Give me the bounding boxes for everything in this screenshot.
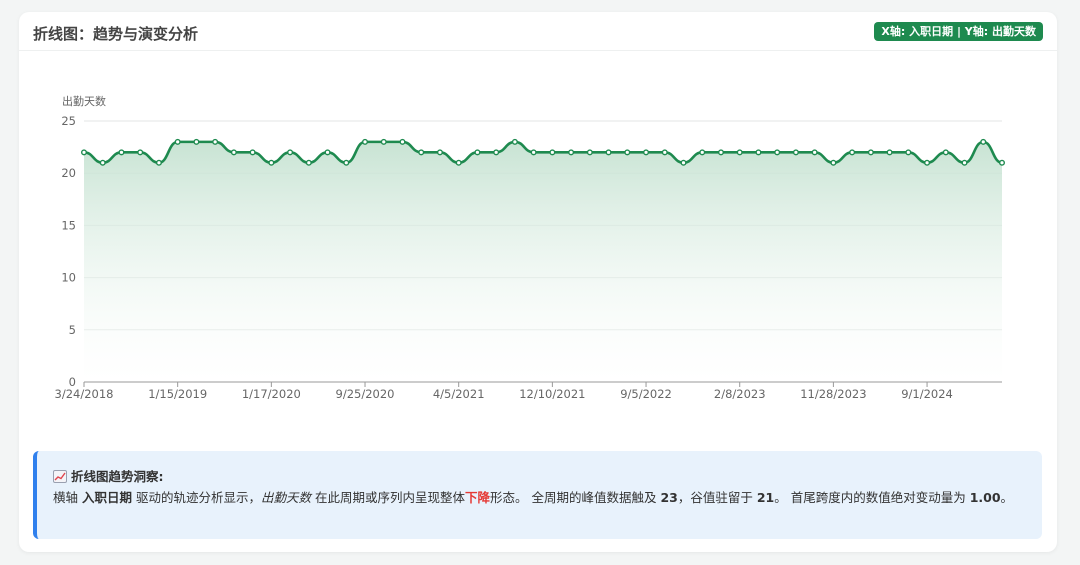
data-point[interactable] <box>643 149 650 156</box>
x-tick-label: 3/24/2018 <box>55 387 114 401</box>
data-point[interactable] <box>624 149 631 156</box>
data-point[interactable] <box>193 138 200 145</box>
y-tick-label: 20 <box>61 166 76 180</box>
data-point[interactable] <box>586 149 593 156</box>
data-point[interactable] <box>849 149 856 156</box>
data-point[interactable] <box>155 159 162 166</box>
y-tick-label: 15 <box>61 218 76 232</box>
data-point[interactable] <box>474 149 481 156</box>
data-point[interactable] <box>942 149 949 156</box>
data-point[interactable] <box>886 149 893 156</box>
x-tick-label: 2/8/2023 <box>714 387 766 401</box>
insight-text-1: 横轴 <box>53 490 82 505</box>
insight-trough: 21 <box>756 490 775 505</box>
data-point[interactable] <box>305 159 312 166</box>
data-point[interactable] <box>867 149 874 156</box>
data-point[interactable] <box>80 149 87 156</box>
data-point[interactable] <box>568 149 575 156</box>
insight-title: 折线图趋势洞察: <box>71 469 164 484</box>
data-point[interactable] <box>736 149 743 156</box>
y-tick-label: 5 <box>69 323 76 337</box>
data-point[interactable] <box>717 149 724 156</box>
data-point[interactable] <box>118 149 125 156</box>
data-point[interactable] <box>999 159 1006 166</box>
data-point[interactable] <box>455 159 462 166</box>
insight-text-6: 。 首尾跨度内的数值绝对变动量为 <box>774 490 970 505</box>
data-point[interactable] <box>530 149 537 156</box>
data-point[interactable] <box>436 149 443 156</box>
x-tick-label: 9/25/2020 <box>336 387 395 401</box>
data-point[interactable] <box>174 138 181 145</box>
insight-panel: 折线图趋势洞察: 横轴 入职日期 驱动的轨迹分析显示，出勤天数 在此周期或序列内… <box>33 451 1042 539</box>
data-point[interactable] <box>811 149 818 156</box>
series-area <box>84 141 1002 382</box>
data-point[interactable] <box>792 149 799 156</box>
data-point[interactable] <box>980 138 987 145</box>
chart-increasing-icon <box>53 470 67 483</box>
data-point[interactable] <box>137 149 144 156</box>
data-point[interactable] <box>343 159 350 166</box>
insight-text-4: 形态。 全周期的峰值数据触及 <box>490 490 661 505</box>
data-point[interactable] <box>699 149 706 156</box>
data-point[interactable] <box>961 159 968 166</box>
x-tick-label: 1/17/2020 <box>242 387 301 401</box>
data-point[interactable] <box>830 159 837 166</box>
x-tick-label: 4/5/2021 <box>433 387 485 401</box>
data-point[interactable] <box>268 159 275 166</box>
x-tick-label: 1/15/2019 <box>148 387 207 401</box>
insight-text-5: ，谷值驻留于 <box>677 490 757 505</box>
insight-text-2: 驱动的轨迹分析显示， <box>132 490 261 505</box>
data-point[interactable] <box>549 149 556 156</box>
x-tick-label: 11/28/2023 <box>800 387 866 401</box>
insight-peak: 23 <box>660 490 678 505</box>
insight-change: 1.00 <box>969 490 1001 505</box>
data-point[interactable] <box>680 159 687 166</box>
data-point[interactable] <box>399 138 406 145</box>
x-tick-label: 9/5/2022 <box>620 387 672 401</box>
line-chart: 05101520253/24/2018 1/15/2019 1/17/2020 9/2… <box>55 94 1006 401</box>
data-point[interactable] <box>774 149 781 156</box>
y-tick-label: 25 <box>61 114 76 128</box>
data-point[interactable] <box>212 138 219 145</box>
data-point[interactable] <box>230 149 237 156</box>
y-axis-label: 出勤天数 <box>62 94 106 108</box>
data-point[interactable] <box>661 149 668 156</box>
data-point[interactable] <box>511 138 518 145</box>
data-point[interactable] <box>380 138 387 145</box>
insight-y-name: 出勤天数 <box>260 490 311 505</box>
data-point[interactable] <box>418 149 425 156</box>
insight-x-name: 入职日期 <box>81 490 132 505</box>
area-layer <box>84 141 1002 382</box>
data-point[interactable] <box>605 149 612 156</box>
insight-trend: 下降 <box>464 490 490 505</box>
y-tick-label: 10 <box>61 271 76 285</box>
insight-text-7: 。 <box>1000 490 1014 505</box>
data-point[interactable] <box>362 138 369 145</box>
data-point[interactable] <box>924 159 931 166</box>
insight-text: 横轴 入职日期 驱动的轨迹分析显示，出勤天数 在此周期或序列内呈现整体下降形态。… <box>53 487 1026 508</box>
data-point[interactable] <box>905 149 912 156</box>
data-point[interactable] <box>324 149 331 156</box>
x-tick-label: 9/1/2024 <box>901 387 953 401</box>
data-point[interactable] <box>755 149 762 156</box>
data-point[interactable] <box>493 149 500 156</box>
data-point[interactable] <box>287 149 294 156</box>
insight-text-3: 在此周期或序列内呈现整体 <box>311 490 465 505</box>
x-tick-label: 12/10/2021 <box>519 387 585 401</box>
data-point[interactable] <box>249 149 256 156</box>
data-point[interactable] <box>99 159 106 166</box>
